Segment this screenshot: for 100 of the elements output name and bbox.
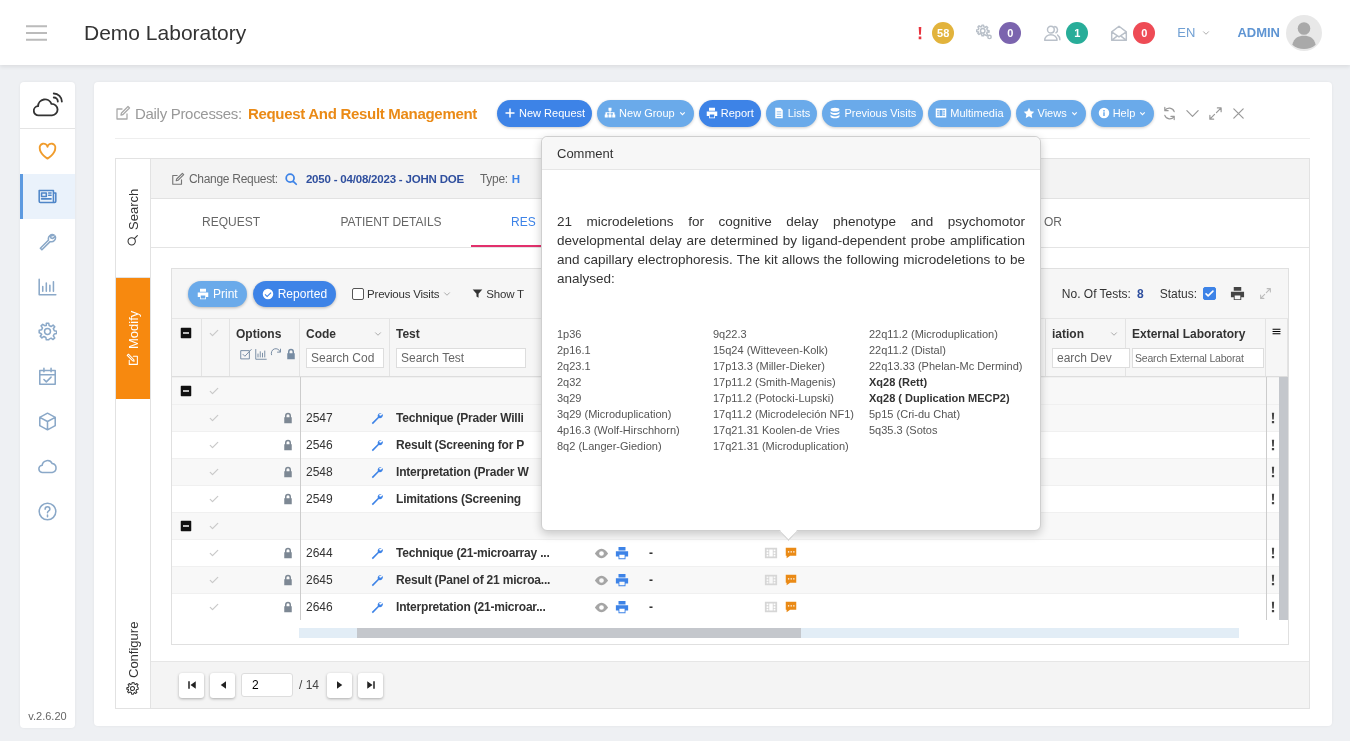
search-icon[interactable] — [283, 171, 298, 186]
lock-icon[interactable] — [282, 547, 294, 559]
lock-icon[interactable] — [282, 412, 294, 424]
close-icon[interactable] — [1231, 105, 1247, 121]
wrench-icon[interactable] — [370, 492, 384, 506]
scrollbar[interactable] — [299, 628, 1239, 638]
caret-icon[interactable] — [1109, 329, 1119, 339]
help-button[interactable]: Help — [1090, 99, 1155, 127]
microdeletion-item: Xq28 (Rett) — [869, 376, 928, 388]
microdeletion-item: 5p15 (Cri-du Chat) — [869, 408, 961, 420]
side-tab[interactable]: Configure — [116, 608, 150, 708]
first-page-button[interactable] — [179, 672, 204, 698]
collapse-icon[interactable] — [180, 520, 192, 532]
test-name-cell: Interpretation (21-microar... — [396, 600, 546, 614]
lock-icon[interactable] — [282, 493, 294, 505]
next-page-button[interactable] — [327, 672, 352, 698]
checkbox[interactable] — [352, 287, 365, 300]
check-icon[interactable] — [208, 439, 220, 451]
edit-icon — [171, 171, 185, 186]
tab[interactable]: OR — [1044, 199, 1062, 247]
checkbox-icon[interactable] — [240, 348, 252, 360]
comment-icon[interactable] — [784, 600, 798, 614]
previous-visits-dropdown[interactable]: Previous Visits — [352, 287, 453, 300]
refresh-icon[interactable] — [1162, 105, 1178, 121]
column-header: External Laboratory — [1132, 327, 1246, 341]
views-button[interactable]: Views — [1015, 99, 1086, 127]
check-icon[interactable] — [208, 601, 220, 613]
search-field[interactable]: Search Test — [396, 348, 526, 368]
envelope-icon[interactable] — [1110, 23, 1129, 42]
bar-chart-icon[interactable] — [255, 348, 267, 360]
search-field[interactable]: earch Dev — [1052, 348, 1130, 368]
search-field[interactable]: Search External Laborat — [1132, 348, 1264, 368]
lock-icon[interactable] — [285, 348, 297, 360]
exclamation-icon[interactable] — [1269, 493, 1277, 505]
users-icon[interactable] — [1043, 23, 1062, 42]
check-icon[interactable] — [208, 412, 220, 424]
exclamation-icon[interactable] — [1269, 601, 1277, 613]
star-icon — [1022, 107, 1035, 119]
exclamation-icon[interactable] — [1269, 547, 1277, 559]
avatar-icon[interactable] — [1286, 14, 1322, 51]
lock-icon[interactable] — [282, 439, 294, 451]
user-name[interactable]: ADMIN — [1237, 25, 1280, 40]
expand-icon[interactable] — [1208, 105, 1224, 121]
wrench-icon[interactable] — [370, 465, 384, 479]
last-page-button[interactable] — [358, 672, 383, 698]
print-icon[interactable] — [1230, 286, 1245, 301]
new-request-button[interactable]: New Request — [497, 99, 593, 127]
wrench-icon[interactable] — [370, 411, 384, 425]
collapse-icon[interactable] — [180, 385, 192, 397]
page-field[interactable]: 2 — [241, 673, 293, 697]
check-icon[interactable] — [208, 385, 220, 397]
language-dropdown[interactable]: EN — [1177, 25, 1212, 40]
result-cell: - — [649, 600, 653, 614]
page-title: Request And Result Management — [247, 104, 478, 122]
check-icon[interactable] — [208, 327, 220, 339]
microdeletion-item: 15q24 (Witteveen-Kolk) — [713, 344, 828, 356]
search-field[interactable]: Search Cod — [306, 348, 384, 368]
expand-icon[interactable] — [1259, 287, 1272, 300]
sidebar-item[interactable] — [20, 174, 75, 219]
check-icon[interactable] — [208, 520, 220, 532]
previous-page-button[interactable] — [210, 672, 235, 698]
side-tab[interactable]: Modify — [116, 278, 150, 399]
lists-button[interactable]: Lists — [765, 99, 818, 127]
check-icon[interactable] — [208, 466, 220, 478]
microdeletion-item: 5q35.3 (Sotos — [869, 424, 938, 436]
comment-icon[interactable] — [784, 573, 798, 587]
menu-icon[interactable] — [1272, 327, 1281, 336]
check-icon[interactable] — [208, 547, 220, 559]
show-filter-button[interactable]: Show T — [472, 287, 524, 300]
caret-icon[interactable] — [373, 329, 383, 339]
reported-button[interactable]: Reported — [252, 280, 337, 307]
wrench-icon[interactable] — [370, 573, 384, 587]
scrollbar[interactable] — [1279, 377, 1288, 620]
result-cell: - — [649, 573, 653, 587]
comment-icon[interactable] — [784, 546, 798, 560]
collapse-all-icon[interactable] — [180, 327, 192, 339]
info-icon — [1097, 107, 1110, 119]
tab[interactable]: REQUEST — [151, 199, 311, 247]
lock-icon[interactable] — [282, 466, 294, 478]
lock-icon[interactable] — [282, 601, 294, 613]
exclamation-icon[interactable] — [1269, 574, 1277, 586]
wrench-icon[interactable] — [370, 600, 384, 614]
lock-icon[interactable] — [282, 574, 294, 586]
check-icon[interactable] — [208, 493, 220, 505]
check-icon[interactable] — [208, 574, 220, 586]
exclamation-icon[interactable] — [1269, 412, 1277, 424]
report-button[interactable]: Report — [698, 99, 761, 127]
count-badge: 1 — [1066, 21, 1089, 44]
status-checkbox[interactable] — [1203, 287, 1216, 300]
new-group-button[interactable]: New Group — [597, 99, 694, 127]
gears-icon[interactable] — [976, 23, 995, 42]
previous-visits-button[interactable]: Previous Visits — [822, 99, 924, 127]
wrench-icon[interactable] — [370, 546, 384, 560]
cloud-wifi-icon[interactable] — [32, 91, 63, 119]
tab[interactable]: PATIENT DETAILS — [311, 199, 471, 247]
wrench-icon[interactable] — [370, 438, 384, 452]
multimedia-button[interactable]: Multimedia — [928, 99, 1011, 127]
exclamation-icon[interactable] — [1269, 439, 1277, 451]
print-button[interactable]: Print — [188, 280, 247, 307]
exclamation-icon[interactable] — [1269, 466, 1277, 478]
